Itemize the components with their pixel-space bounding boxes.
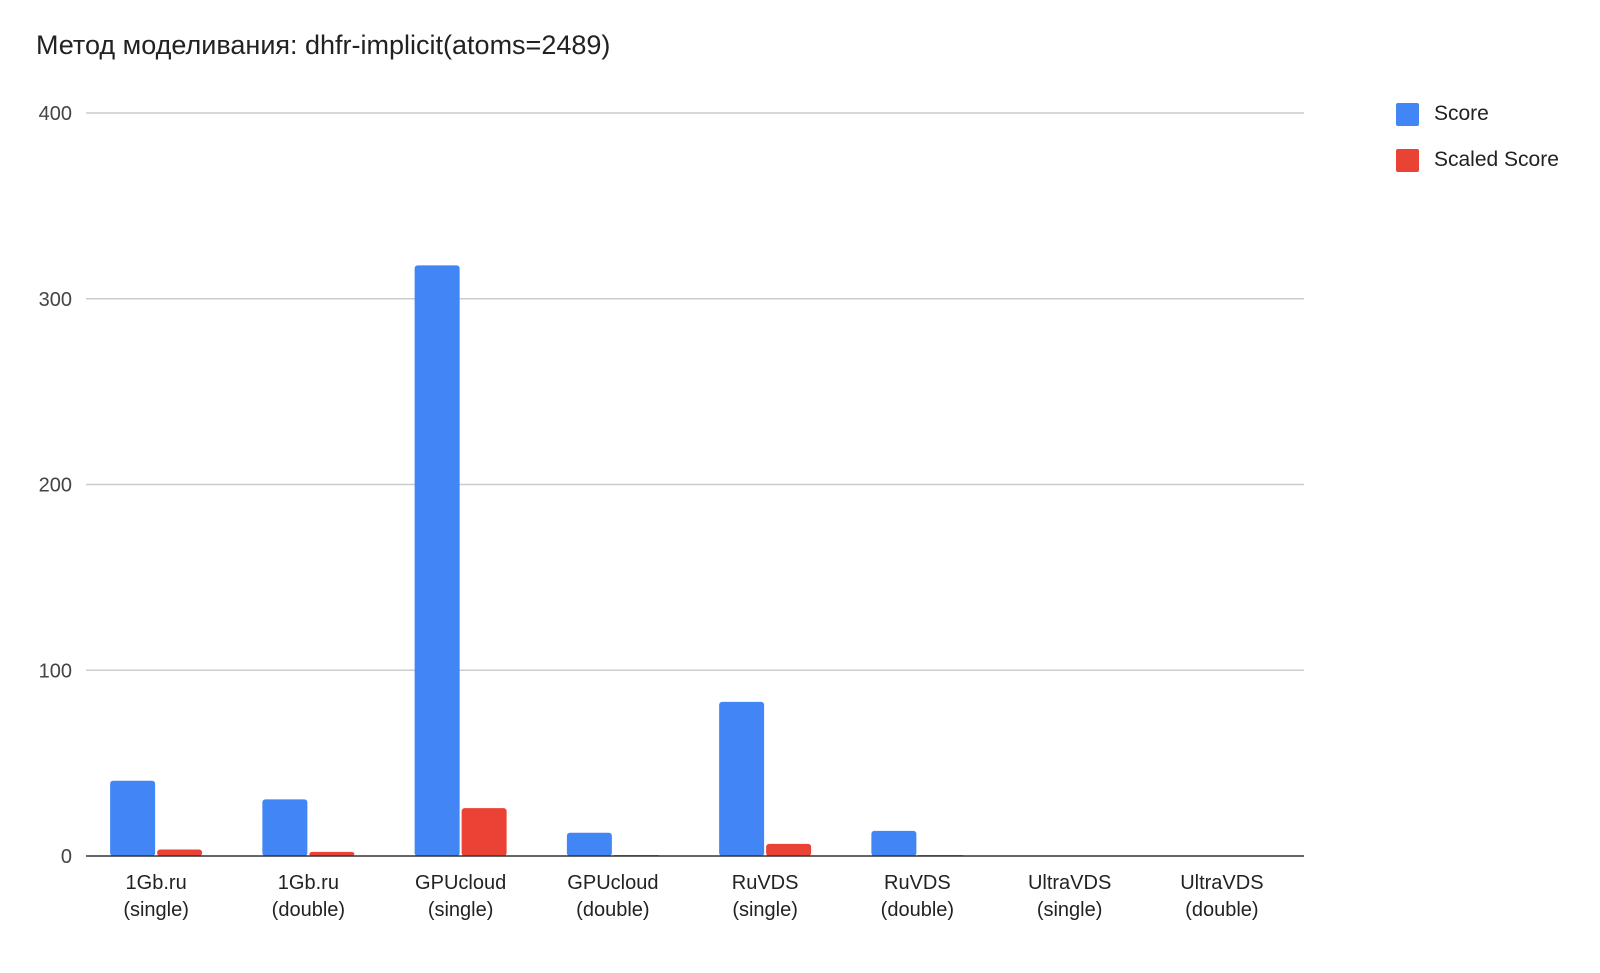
y-tick-label: 100 xyxy=(39,660,72,682)
legend: Score Scaled Score xyxy=(1396,102,1559,194)
y-tick-label: 0 xyxy=(61,846,72,868)
x-tick-label: (single) xyxy=(732,899,798,921)
legend-label-score: Score xyxy=(1434,102,1489,125)
x-tick-label: (single) xyxy=(123,899,189,921)
bar-scaled-score[interactable] xyxy=(766,843,812,856)
legend-swatch-scaled-score xyxy=(1396,148,1419,172)
bar-score[interactable] xyxy=(414,265,460,856)
x-tick-label: (single) xyxy=(428,899,494,921)
x-tick-label: UltraVDS xyxy=(1180,872,1263,894)
y-tick-label: 300 xyxy=(39,289,72,311)
y-tick-label: 400 xyxy=(39,103,72,125)
x-tick-label: (double) xyxy=(881,899,954,921)
bar-score[interactable] xyxy=(566,832,612,856)
x-tick-label: 1Gb.ru xyxy=(126,872,187,894)
bars xyxy=(110,265,964,856)
y-tick-label: 200 xyxy=(39,475,72,497)
gridlines xyxy=(86,112,1304,671)
bar-score[interactable] xyxy=(871,830,917,856)
x-tick-label: (double) xyxy=(576,899,649,921)
x-tick-label: GPUcloud xyxy=(567,872,658,894)
x-tick-label: (single) xyxy=(1037,899,1103,921)
bar-score[interactable] xyxy=(719,701,765,856)
legend-label-scaled-score: Scaled Score xyxy=(1434,148,1559,171)
x-tick-label: (double) xyxy=(1185,899,1258,921)
x-tick-label: GPUcloud xyxy=(415,872,506,894)
legend-swatch-score xyxy=(1396,102,1419,126)
x-tick-label: 1Gb.ru xyxy=(278,872,339,894)
bar-scaled-score[interactable] xyxy=(461,808,507,856)
legend-item-score[interactable]: Score xyxy=(1396,102,1559,126)
bar-score[interactable] xyxy=(110,780,156,856)
y-axis-ticks: 0 100 200 300 400 xyxy=(39,103,72,868)
bar-score[interactable] xyxy=(262,799,308,856)
bar-scaled-score[interactable] xyxy=(157,849,203,856)
legend-item-scaled-score[interactable]: Scaled Score xyxy=(1396,148,1559,172)
x-tick-label: RuVDS xyxy=(732,872,799,894)
bar-chart: 0 100 200 300 400 1Gb.ru (single) 1Gb.ru (doubl… xyxy=(39,103,1304,921)
x-axis-labels: 1Gb.ru (single) 1Gb.ru (double) GPUcloud (sin… xyxy=(123,872,1263,921)
x-tick-label: UltraVDS xyxy=(1028,872,1111,894)
x-tick-label: RuVDS xyxy=(884,872,951,894)
x-tick-label: (double) xyxy=(272,899,345,921)
